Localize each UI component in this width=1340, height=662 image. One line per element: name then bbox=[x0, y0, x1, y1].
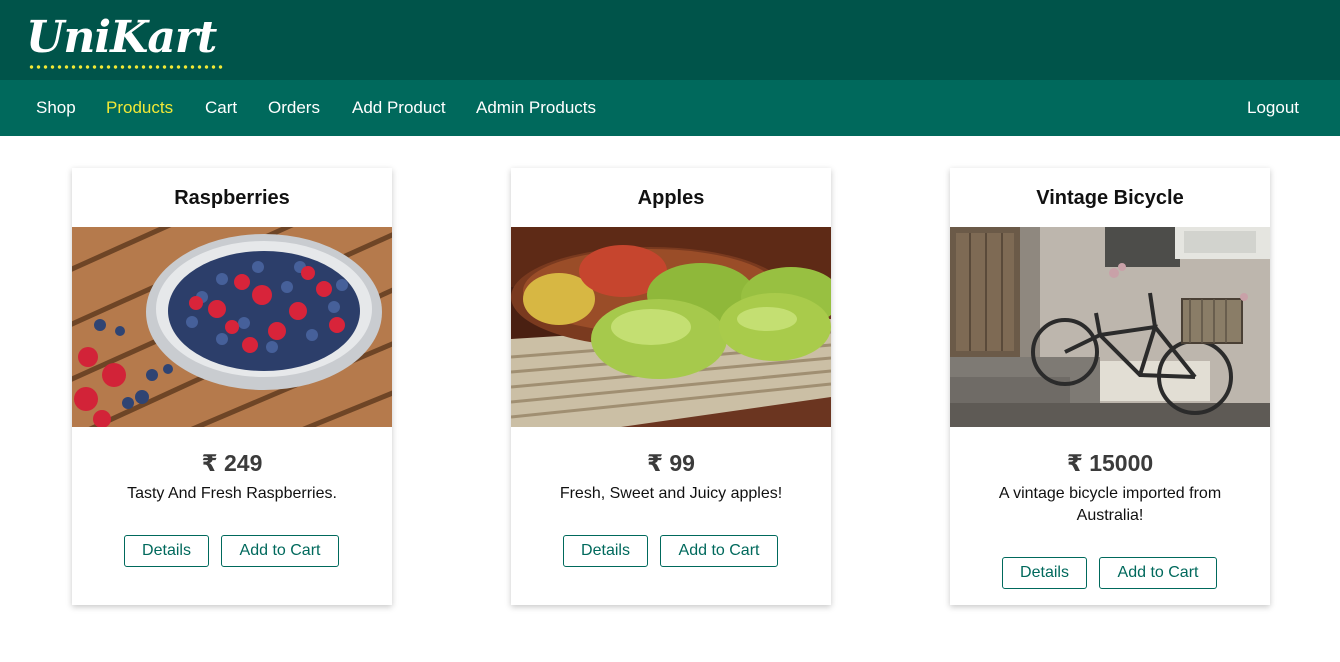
top-header: UniKart bbox=[0, 0, 1340, 80]
product-description: Tasty And Fresh Raspberries. bbox=[127, 485, 337, 502]
nav-item-products[interactable]: Products bbox=[106, 80, 173, 136]
nav-item-shop[interactable]: Shop bbox=[36, 80, 76, 136]
details-button[interactable]: Details bbox=[563, 535, 648, 567]
product-price: ₹ 99 bbox=[647, 450, 695, 476]
product-title: Raspberries bbox=[174, 187, 290, 209]
product-card-raspberries: Raspberries ₹ 249 Tasty And Fresh Raspbe… bbox=[72, 168, 392, 605]
product-image-apples bbox=[511, 227, 831, 427]
nav-item-orders[interactable]: Orders bbox=[268, 80, 320, 136]
product-card-apples: Apples ₹ 99 Fresh, Sweet and Juicy apple… bbox=[511, 168, 831, 605]
product-title: Vintage Bicycle bbox=[1036, 187, 1184, 209]
product-description: Fresh, Sweet and Juicy apples! bbox=[559, 485, 783, 502]
nav-item-admin-products[interactable]: Admin Products bbox=[476, 80, 596, 136]
product-image-bicycle bbox=[950, 227, 1270, 427]
nav-item-add-product[interactable]: Add Product bbox=[352, 80, 446, 136]
details-button[interactable]: Details bbox=[1002, 557, 1087, 589]
main-nav: Shop Products Cart Orders Add Product Ad… bbox=[0, 80, 1340, 136]
logout-link[interactable]: Logout bbox=[1247, 80, 1299, 136]
brand-logo[interactable]: UniKart bbox=[26, 10, 224, 72]
details-button[interactable]: Details bbox=[124, 535, 209, 567]
product-title: Apples bbox=[637, 187, 705, 209]
logo-dotted-underline bbox=[28, 64, 224, 70]
product-image-raspberries bbox=[72, 227, 392, 427]
product-price: ₹ 15000 bbox=[1066, 450, 1154, 476]
brand-name: UniKart bbox=[26, 12, 217, 63]
add-to-cart-button[interactable]: Add to Cart bbox=[1099, 557, 1217, 589]
nav-item-cart[interactable]: Cart bbox=[205, 80, 237, 136]
product-price: ₹ 249 bbox=[201, 450, 263, 476]
add-to-cart-button[interactable]: Add to Cart bbox=[660, 535, 778, 567]
product-card-vintage-bicycle: Vintage Bicycle ₹ 15000 A vintage bicycl… bbox=[950, 168, 1270, 605]
product-description: A vintage bicycle imported from Australi… bbox=[998, 485, 1222, 524]
add-to-cart-button[interactable]: Add to Cart bbox=[221, 535, 339, 567]
